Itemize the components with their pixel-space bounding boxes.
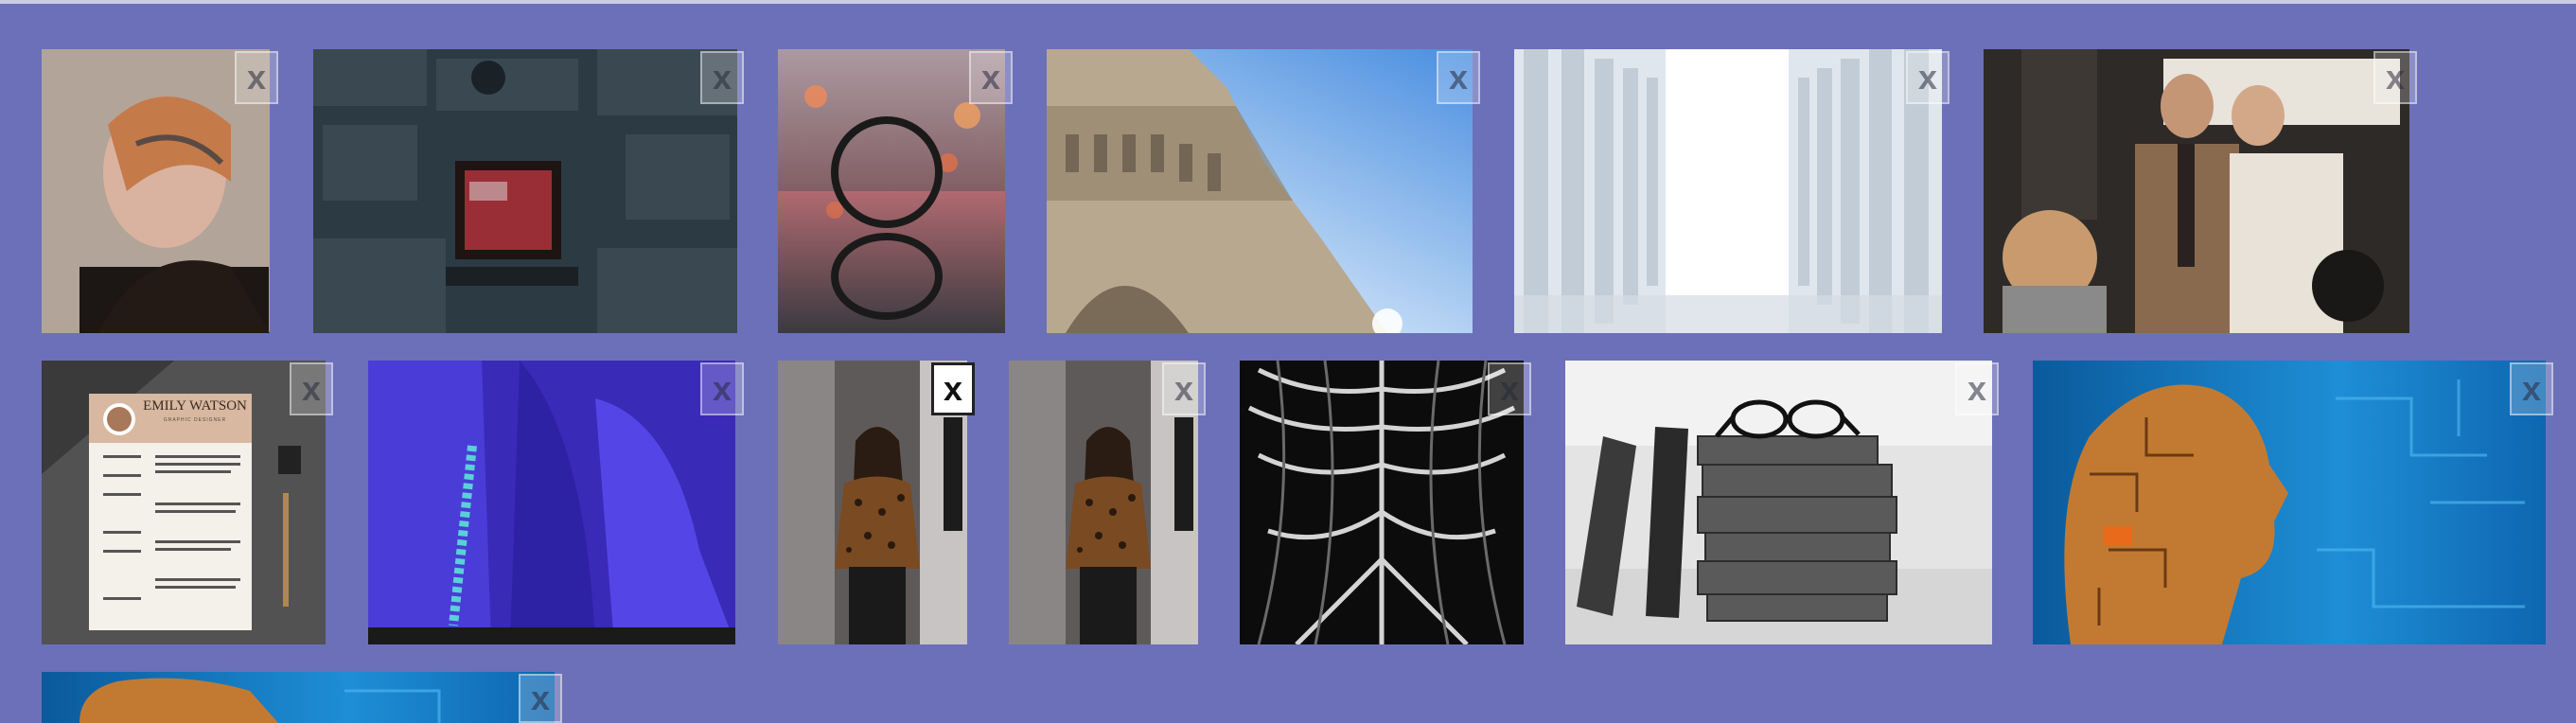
resume-name: EMILY WATSON <box>143 398 247 414</box>
gallery-tile-fractal-pattern[interactable] <box>1240 361 1524 644</box>
close-button-books-glasses[interactable]: x <box>1955 362 1999 415</box>
close-button-woman-leopard-top-copy[interactable]: x <box>1162 362 1206 415</box>
close-button-woman-leopard-top[interactable]: x <box>931 362 975 415</box>
photo-white-columns <box>1514 49 1942 333</box>
photo-street-scene-men <box>1984 49 2409 333</box>
close-button-circuit-head[interactable]: x <box>2510 362 2553 415</box>
photo-cathedral-facade <box>1047 49 1473 333</box>
gallery-tile-books-glasses[interactable] <box>1565 361 1992 644</box>
close-button-stone-wall-sign[interactable]: x <box>700 51 744 104</box>
photo-books-glasses <box>1565 361 1992 644</box>
close-button-white-columns[interactable]: x <box>1906 51 1950 104</box>
close-button-blue-skin-pattern[interactable]: x <box>700 362 744 415</box>
gallery-tile-cathedral-facade[interactable] <box>1047 49 1473 333</box>
gallery-tile-stone-wall-sign[interactable] <box>313 49 737 333</box>
gallery-tile-street-scene-men[interactable] <box>1984 49 2409 333</box>
close-button-circuit-head-partial[interactable]: x <box>519 674 562 723</box>
photo-circuit-head <box>2033 361 2546 644</box>
close-button-bokeh-ring[interactable]: x <box>969 51 1013 104</box>
close-button-cathedral-facade[interactable]: x <box>1437 51 1480 104</box>
close-button-fractal-pattern[interactable]: x <box>1488 362 1531 415</box>
close-button-street-scene-men[interactable]: x <box>2373 51 2417 104</box>
top-bar <box>0 0 2576 4</box>
gallery-tile-circuit-head[interactable] <box>2033 361 2546 644</box>
close-button-resume-document[interactable]: x <box>290 362 333 415</box>
gallery-tile-white-columns[interactable] <box>1514 49 1942 333</box>
close-button-woman-braided-hair[interactable]: x <box>235 51 278 104</box>
gallery-tile-blue-skin-pattern[interactable] <box>368 361 735 644</box>
gallery-tile-resume-document[interactable]: EMILY WATSON GRAPHIC DESIGNER <box>42 361 326 644</box>
resume-role: GRAPHIC DESIGNER <box>163 417 227 423</box>
photo-stone-wall-sign <box>313 49 737 333</box>
photo-blue-skin-pattern <box>368 361 735 644</box>
gallery-tile-circuit-head-partial[interactable] <box>42 672 555 723</box>
photo-circuit-head-partial <box>42 672 555 723</box>
photo-fractal-pattern <box>1240 361 1524 644</box>
